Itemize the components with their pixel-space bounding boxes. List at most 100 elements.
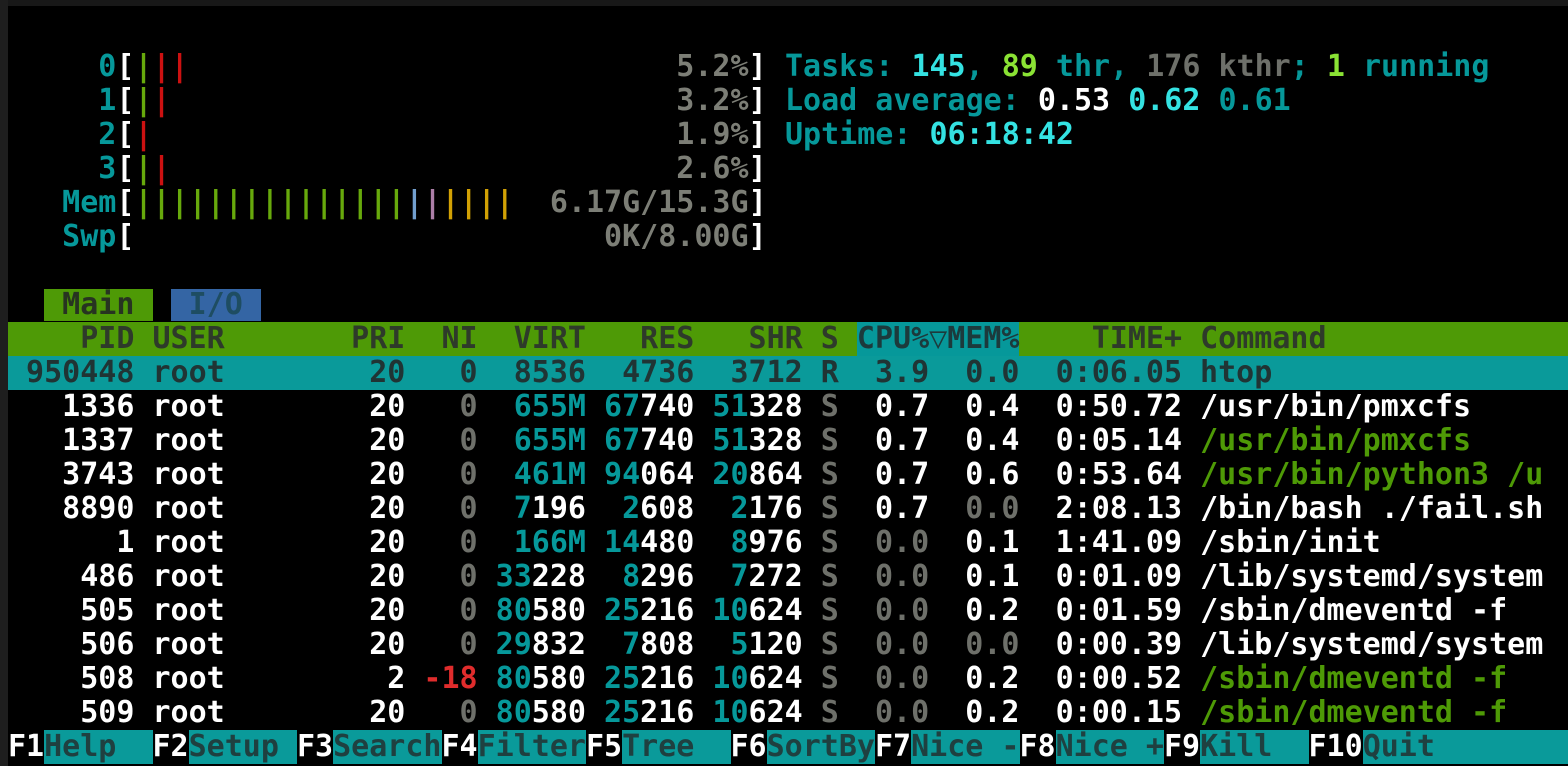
htop-screen: 0[||| 5.2%] 1[|| 3.2%] 2[| 1.9%] 3[|| 2.… (8, 6, 1568, 766)
meter-bar: | (478, 186, 496, 220)
text-segment (694, 628, 730, 662)
fkey-action-label: Nice - (911, 730, 1019, 764)
text-segment (694, 390, 712, 424)
meter-bar: | (496, 186, 514, 220)
fkey-number: F6 (731, 730, 767, 764)
process-row-selected[interactable]: 950448 root 20 0 8536 4736 3712 R 3.9 0.… (8, 356, 1568, 390)
text-segment: 0.0 (857, 526, 929, 560)
htop-terminal-window: 0[||| 5.2%] 1[|| 3.2%] 2[| 1.9%] 3[|| 2.… (0, 0, 1568, 766)
column-header-cpu-sort[interactable]: CPU%▽MEM% (857, 322, 1020, 356)
text-segment (586, 492, 622, 526)
text-segment: 7 (622, 628, 640, 662)
text-segment: 580 (532, 662, 586, 696)
text-segment: S (821, 492, 839, 526)
text-segment: 29 (496, 628, 532, 662)
process-row[interactable]: 1337 root 20 0 655M 67740 51328 S 0.7 0.… (8, 424, 1568, 458)
process-row[interactable]: 509 root 20 0 80580 25216 10624 S 0.0 0.… (8, 696, 1568, 730)
meter-label: Swp (8, 220, 116, 254)
tab-main[interactable]: Main (44, 289, 152, 321)
text-segment: 1336 root 20 (8, 390, 423, 424)
process-row[interactable]: 8890 root 20 0 7196 2608 2176 S 0.7 0.0 … (8, 492, 1568, 526)
meter-bar: | (189, 186, 207, 220)
text-segment (839, 628, 857, 662)
text-segment: 272 (749, 560, 803, 594)
text-segment: 0 (423, 560, 477, 594)
text-segment (478, 662, 496, 696)
meter-value: 6.17G/15.3G (514, 186, 749, 220)
text-segment: 0 (423, 696, 477, 730)
text-segment: /sbin/init (1200, 526, 1381, 560)
text-segment (586, 594, 604, 628)
text-segment: 296 (640, 560, 694, 594)
text-segment: S (821, 560, 839, 594)
text-segment (803, 492, 821, 526)
fkey-number: F5 (586, 730, 622, 764)
column-headers-right[interactable]: TIME+ Command (1019, 322, 1326, 356)
text-segment: -18 (423, 662, 477, 696)
fkey-f10[interactable]: F10Quit (1309, 730, 1568, 764)
text-segment: 0 (423, 628, 477, 662)
process-row[interactable]: 1336 root 20 0 655M 67740 51328 S 0.7 0.… (8, 390, 1568, 424)
text-segment: 51 (712, 390, 748, 424)
text-segment: , (966, 50, 1002, 84)
fkey-action-label: Quit (1363, 730, 1435, 764)
text-segment (586, 560, 622, 594)
text-segment: 8 (622, 560, 640, 594)
fkey-number: F3 (297, 730, 333, 764)
text-segment: 0.0 (857, 594, 929, 628)
text-segment (586, 628, 622, 662)
text-segment: 2 (730, 492, 748, 526)
text-segment: S (821, 390, 839, 424)
text-segment: 0.7 0.4 0:50.72 (839, 390, 1200, 424)
text-segment (803, 662, 821, 696)
text-segment: 0.1 1:41.09 (929, 526, 1200, 560)
fkey-f1[interactable]: F1Help (8, 730, 153, 764)
text-segment: 0 (423, 424, 477, 458)
fkey-f5[interactable]: F5Tree (586, 730, 731, 764)
fkey-f7[interactable]: F7Nice - (875, 730, 1020, 764)
meter-bar: | (134, 186, 152, 220)
text-segment: 832 (532, 628, 586, 662)
text-segment (803, 594, 821, 628)
text-segment: 624 (749, 662, 803, 696)
text-segment: /usr/bin/pmxcfs (1200, 390, 1471, 424)
text-segment: Uptime: (785, 118, 930, 152)
fkey-f2[interactable]: F2Setup (153, 730, 298, 764)
text-segment: 864 (749, 458, 803, 492)
text-segment (839, 594, 857, 628)
text-segment: 505 root 20 (8, 594, 423, 628)
text-segment: 0.61 (1219, 84, 1291, 118)
meter-value: 2.6% (171, 152, 749, 186)
process-row[interactable]: 3743 root 20 0 461M 94064 20864 S 0.7 0.… (8, 458, 1568, 492)
text-segment (694, 560, 730, 594)
process-row[interactable]: 1 root 20 0 166M 14480 8976 S 0.0 0.1 1:… (8, 526, 1568, 560)
text-segment: 94 (604, 458, 640, 492)
meter-bar: | (153, 152, 171, 186)
tab-io[interactable]: I/O (171, 289, 261, 321)
text-segment: 8 (730, 526, 748, 560)
fkey-number: F4 (442, 730, 478, 764)
text-segment (478, 492, 514, 526)
process-row[interactable]: 505 root 20 0 80580 25216 10624 S 0.0 0.… (8, 594, 1568, 628)
fkey-number: F10 (1309, 730, 1363, 764)
text-segment: 89 (1002, 50, 1038, 84)
fkey-f9[interactable]: F9Kill (1164, 730, 1309, 764)
text-segment: 80 (496, 594, 532, 628)
text-segment: /sbin/dmeventd -f (1200, 594, 1507, 628)
process-row[interactable]: 506 root 20 0 29832 7808 5120 S 0.0 0.0 … (8, 628, 1568, 662)
column-headers-left[interactable]: PID USER PRI NI VIRT RES SHR S (8, 322, 857, 356)
process-row[interactable]: 508 root 2 -18 80580 25216 10624 S 0.0 0… (8, 662, 1568, 696)
tasks-summary-line: Tasks: 145, 89 thr, 176 kthr; 1 running (8, 50, 1568, 84)
text-segment (478, 560, 496, 594)
process-row[interactable]: 486 root 20 0 33228 8296 7272 S 0.0 0.1 … (8, 560, 1568, 594)
text-segment: 216 (640, 696, 694, 730)
text-segment: S (821, 696, 839, 730)
fkey-f4[interactable]: F4Filter (442, 730, 587, 764)
fkey-f3[interactable]: F3Search (297, 730, 442, 764)
text-segment (803, 628, 821, 662)
text-segment: 10 (712, 696, 748, 730)
meter-bar: | (387, 186, 405, 220)
fkey-f8[interactable]: F8Nice + (1020, 730, 1165, 764)
fkey-f6[interactable]: F6SortBy (731, 730, 876, 764)
mem-meter: Mem[||||||||||||||||||||| 6.17G/15.3G] (8, 186, 1568, 220)
